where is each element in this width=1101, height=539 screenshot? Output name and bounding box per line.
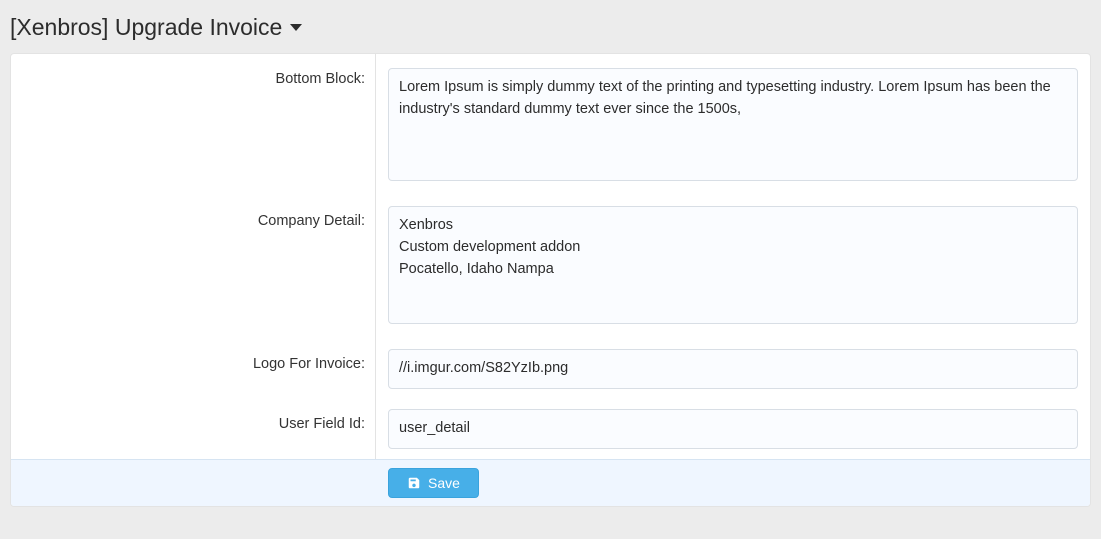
page-title-text: [Xenbros] Upgrade Invoice [10,14,282,41]
save-button-label: Save [428,475,460,491]
page-title-dropdown[interactable]: [Xenbros] Upgrade Invoice [0,0,1101,53]
row-logo-for-invoice: Logo For Invoice: [11,339,1090,399]
row-user-field-id: User Field Id: [11,399,1090,459]
save-button[interactable]: Save [388,468,479,498]
bottom-block-textarea[interactable] [388,68,1078,181]
form-footer: Save [11,459,1090,506]
logo-for-invoice-input[interactable] [388,349,1078,389]
company-detail-textarea[interactable] [388,206,1078,324]
label-company-detail: Company Detail: [11,196,376,339]
row-bottom-block: Bottom Block: [11,54,1090,196]
settings-panel: Bottom Block: Company Detail: Logo For I… [10,53,1091,507]
row-company-detail: Company Detail: [11,196,1090,339]
form-body: Bottom Block: Company Detail: Logo For I… [11,54,1090,459]
caret-down-icon [290,24,302,31]
label-bottom-block: Bottom Block: [11,54,376,196]
save-icon [407,476,421,490]
label-user-field-id: User Field Id: [11,399,376,459]
label-logo-for-invoice: Logo For Invoice: [11,339,376,399]
user-field-id-input[interactable] [388,409,1078,449]
